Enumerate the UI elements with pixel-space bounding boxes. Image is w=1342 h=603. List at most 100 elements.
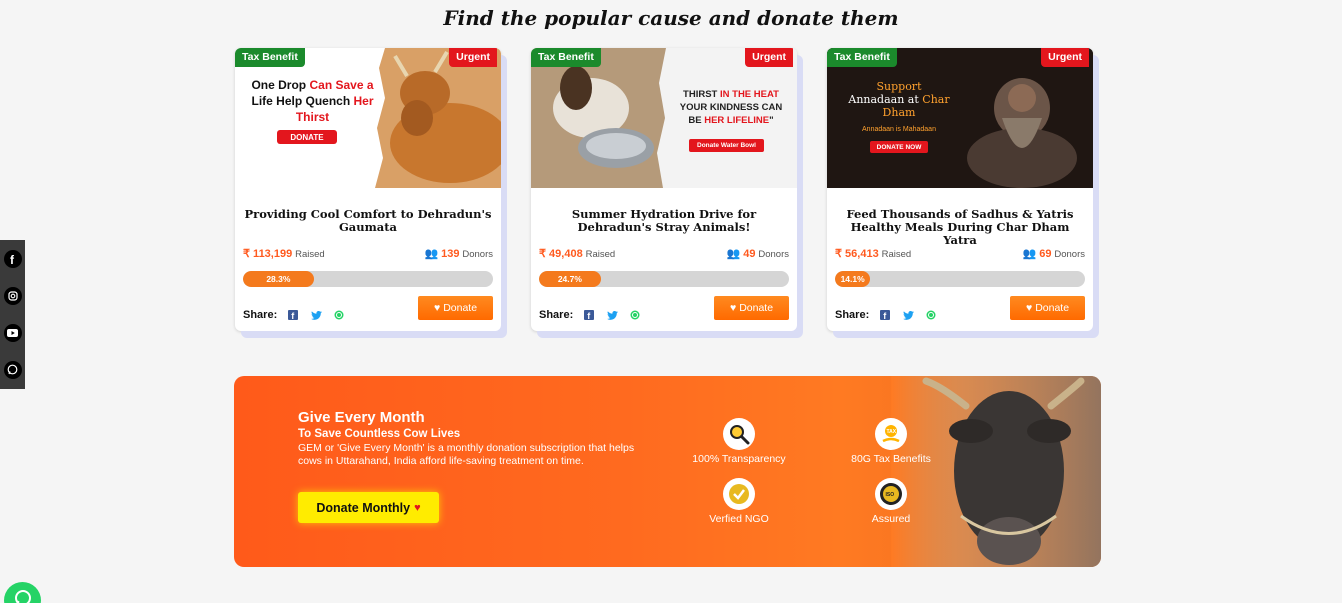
banner-description: GEM or 'Give Every Month' is a monthly d…	[298, 442, 635, 467]
donate-monthly-button[interactable]: Donate Monthly ♥	[298, 492, 439, 523]
instagram-link[interactable]	[0, 277, 25, 314]
users-icon: 👥	[1022, 248, 1037, 260]
donate-button[interactable]: ♥ Donate	[1010, 296, 1085, 320]
img-text-highlight: Thirst	[295, 110, 330, 124]
feature-label: 80G Tax Benefits	[851, 453, 931, 465]
donors-number: 49	[743, 248, 756, 260]
facebook-icon[interactable]: f	[286, 308, 300, 322]
img-donate-tag: Donate Water Bowl	[689, 139, 764, 152]
whatsapp-icon[interactable]	[332, 308, 346, 322]
instagram-icon	[3, 286, 22, 305]
feature-label: Assured	[871, 513, 911, 525]
share-row: Share: f	[243, 308, 346, 322]
heart-icon: ♥	[414, 501, 421, 514]
facebook-icon: f	[3, 249, 22, 268]
donate-label: Donate	[1035, 302, 1070, 314]
cause-title[interactable]: Summer Hydration Drive for Dehradun's St…	[539, 208, 789, 234]
banner-subtitle: To Save Countless Cow Lives	[298, 428, 461, 440]
cause-title[interactable]: Feed Thousands of Sadhus & Yatris Health…	[835, 208, 1085, 247]
img-text-highlight: Dham	[882, 106, 916, 119]
img-text-highlight: Can Save a	[309, 78, 374, 92]
feature-verified-ngo: Verfied NGO	[679, 478, 799, 525]
img-text-highlight: HER LIFELINE	[704, 115, 770, 126]
youtube-icon	[3, 323, 22, 342]
whatsapp-icon	[14, 589, 32, 603]
donate-monthly-label: Donate Monthly	[316, 500, 411, 515]
twitter-icon[interactable]	[309, 308, 323, 322]
svg-text:TAX: TAX	[887, 429, 897, 435]
progress-fill: 24.7%	[539, 271, 601, 287]
cause-stats: ₹ 113,199 Raised 👥 139 Donors	[243, 247, 493, 261]
facebook-link[interactable]: f	[0, 240, 25, 277]
donate-button[interactable]: ♥ Donate	[418, 296, 493, 320]
banner-title: Give Every Month	[298, 409, 425, 426]
feature-tax-benefits: TAX 80G Tax Benefits	[831, 418, 951, 465]
heart-icon: ♥	[433, 302, 441, 314]
twitter-icon[interactable]	[901, 308, 915, 322]
share-row: Share: f	[539, 308, 642, 322]
heart-icon: ♥	[729, 302, 737, 314]
img-text: YOUR KINDNESS CAN	[679, 102, 783, 113]
donate-label: Donate	[739, 302, 774, 314]
share-label: Share:	[243, 309, 278, 321]
progress-bar: 28.3%	[243, 271, 493, 287]
progress-bar: 14.1%	[835, 271, 1085, 287]
cow-image	[891, 376, 1101, 567]
share-label: Share:	[835, 309, 870, 321]
img-text-highlight: Her	[353, 94, 374, 108]
youtube-link[interactable]	[0, 314, 25, 351]
raised-label: Raised	[295, 249, 325, 260]
facebook-icon[interactable]: f	[878, 308, 892, 322]
img-text: "	[769, 115, 774, 126]
whatsapp-icon	[3, 360, 22, 379]
cause-stats: ₹ 56,413 Raised 👥 69 Donors	[835, 247, 1085, 261]
cause-image[interactable]: THIRST IN THE HEAT YOUR KINDNESS CAN BE …	[531, 48, 797, 188]
users-icon: 👥	[726, 248, 741, 260]
whatsapp-link[interactable]	[0, 351, 25, 388]
twitter-icon[interactable]	[605, 308, 619, 322]
magnifier-icon	[723, 418, 755, 450]
img-donate-tag: DONATE	[277, 130, 337, 144]
tax-benefit-badge: Tax Benefit	[531, 48, 601, 67]
cause-image[interactable]: One Drop Can Save a Life Help Quench Her…	[235, 48, 501, 188]
social-sidebar: f	[0, 240, 25, 389]
feature-transparency: 100% Transparency	[679, 418, 799, 465]
cause-card[interactable]: Support Annadaan at Char Dham Annadaan i…	[827, 48, 1093, 331]
cause-card[interactable]: THIRST IN THE HEAT YOUR KINDNESS CAN BE …	[531, 48, 797, 331]
img-donate-tag: DONATE NOW	[870, 141, 928, 153]
progress-fill: 14.1%	[835, 271, 871, 287]
donors-count: 👥 69 Donors	[1023, 247, 1085, 260]
whatsapp-icon[interactable]	[628, 308, 642, 322]
facebook-icon[interactable]: f	[582, 308, 596, 322]
cause-title[interactable]: Providing Cool Comfort to Dehradun's Gau…	[243, 208, 493, 234]
cause-image[interactable]: Support Annadaan at Char Dham Annadaan i…	[827, 48, 1093, 188]
give-every-month-banner: Give Every Month To Save Countless Cow L…	[234, 376, 1101, 567]
donors-count: 👥 139 Donors	[424, 247, 493, 260]
img-text-highlight: Support	[876, 80, 922, 93]
whatsapp-chat-button[interactable]	[4, 582, 41, 603]
share-row: Share: f	[835, 308, 938, 322]
urgent-badge: Urgent	[745, 48, 793, 67]
img-text-highlight: Char	[922, 93, 950, 106]
donate-button[interactable]: ♥ Donate	[714, 296, 789, 320]
feature-label: Verfied NGO	[709, 513, 769, 525]
cause-stats: ₹ 49,408 Raised 👥 49 Donors	[539, 247, 789, 261]
cause-card[interactable]: One Drop Can Save a Life Help Quench Her…	[235, 48, 501, 331]
raised-amount: ₹ 49,408	[539, 248, 583, 260]
raised-amount: ₹ 113,199	[243, 248, 293, 260]
raised-label: Raised	[881, 249, 912, 260]
donors-count: 👥 49 Donors	[727, 247, 789, 260]
img-text-highlight: IN THE HEAT	[720, 89, 779, 100]
whatsapp-icon[interactable]	[924, 308, 938, 322]
verified-badge-icon	[723, 478, 755, 510]
img-text: Life Help Quench	[251, 94, 354, 108]
raised-amount: ₹ 56,413	[835, 248, 879, 260]
img-text: One Drop	[251, 78, 310, 92]
share-label: Share:	[539, 309, 574, 321]
users-icon: 👥	[424, 248, 439, 260]
donors-label: Donors	[758, 249, 789, 260]
tax-benefit-badge: Tax Benefit	[827, 48, 897, 67]
heart-icon: ♥	[1025, 302, 1033, 314]
progress-fill: 28.3%	[243, 271, 314, 287]
donors-label: Donors	[1054, 249, 1085, 260]
